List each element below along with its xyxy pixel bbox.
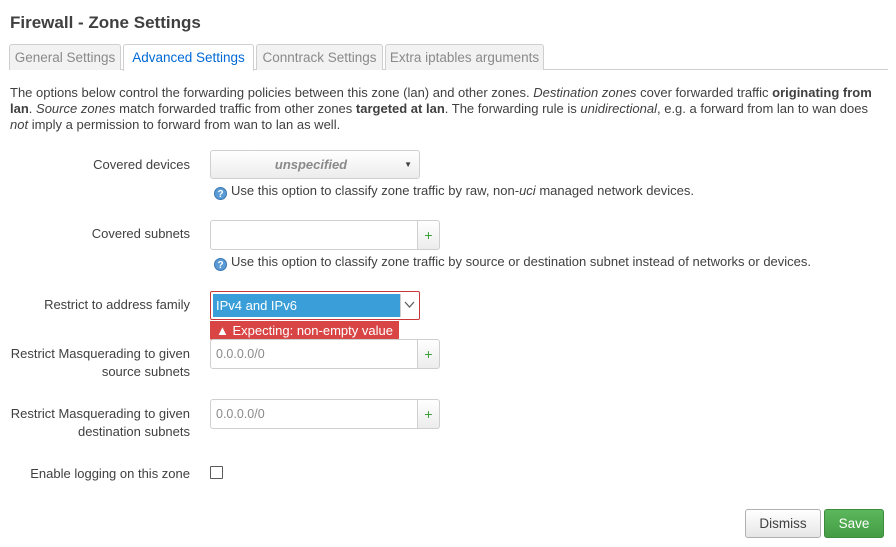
masq-src-input[interactable]: 0.0.0.0/0 — [210, 339, 418, 369]
hint-text: Use this option to classify zone traffic… — [231, 254, 812, 269]
dismiss-button[interactable]: Dismiss — [745, 509, 821, 538]
desc-em: unidirectional — [580, 101, 657, 116]
desc-text: The options below control the forwarding… — [10, 85, 534, 100]
label-line: destination subnets — [77, 424, 190, 439]
logging-label: Enable logging on this zone — [30, 466, 190, 481]
warning-icon: ▲ — [216, 323, 229, 338]
covered-devices-value: unspecified — [274, 157, 348, 172]
desc-text: . The forwarding rule is — [444, 101, 581, 116]
tab-bar: General Settings Advanced Settings Connt… — [9, 44, 888, 71]
covered-devices-hint: ? Use this option to classify zone traffi… — [214, 183, 694, 200]
tab-general-settings[interactable]: General Settings — [9, 44, 121, 70]
covered-subnets-label: Covered subnets — [91, 226, 190, 241]
validation-error: ▲ Expecting: non-empty value — [210, 321, 399, 341]
logging-checkbox[interactable] — [210, 466, 223, 479]
zone-description: The options below control the forwarding… — [10, 85, 888, 133]
help-icon: ? — [214, 187, 227, 200]
caret-down-icon: ▼ — [404, 160, 412, 169]
tab-conntrack-settings[interactable]: Conntrack Settings — [256, 44, 383, 70]
masq-dest-input[interactable]: 0.0.0.0/0 — [210, 399, 418, 429]
covered-devices-select[interactable]: unspecified ▼ — [210, 150, 420, 179]
desc-em: Source zones — [36, 101, 116, 116]
desc-em: Destination zones — [533, 85, 637, 100]
address-family-select[interactable]: IPv4 and IPv6 — [210, 291, 420, 320]
plus-icon[interactable]: + — [418, 339, 440, 369]
desc-text: cover forwarded traffic — [636, 85, 773, 100]
desc-text: match forwarded traffic from other zones — [115, 101, 356, 116]
tab-advanced-settings[interactable]: Advanced Settings — [123, 44, 254, 71]
chevron-down-icon — [400, 294, 417, 317]
plus-icon[interactable]: + — [418, 220, 440, 250]
hint-em: uci — [519, 183, 536, 198]
hint-text: managed network devices. — [535, 183, 694, 198]
label-line: source subnets — [101, 364, 190, 379]
desc-text: , e.g. a forward from lan to wan does — [656, 101, 868, 116]
tab-extra-iptables-arguments[interactable]: Extra iptables arguments — [385, 44, 544, 70]
desc-strong: targeted at lan — [355, 101, 445, 116]
error-text: Expecting: non-empty value — [232, 323, 393, 338]
desc-em: not — [10, 117, 29, 132]
desc-text: imply a permission to forward from wan t… — [28, 117, 341, 132]
covered-subnets-input[interactable] — [210, 220, 418, 250]
desc-text: . — [28, 101, 37, 116]
save-button[interactable]: Save — [824, 509, 884, 538]
covered-subnets-hint: ? Use this option to classify zone traffi… — [214, 254, 811, 271]
label-line: Restrict Masquerading to given — [10, 346, 190, 361]
plus-icon[interactable]: + — [418, 399, 440, 429]
page-title: Firewall - Zone Settings — [10, 13, 201, 32]
hint-text: Use this option to classify zone traffic… — [231, 183, 520, 198]
masq-dest-label: Restrict Masquerading to given destinati… — [11, 405, 190, 441]
help-icon: ? — [214, 258, 227, 271]
address-family-selected: IPv4 and IPv6 — [213, 294, 401, 317]
masq-src-label: Restrict Masquerading to given source su… — [11, 345, 190, 381]
label-line: Restrict Masquerading to given — [10, 406, 190, 421]
address-family-label: Restrict to address family — [44, 297, 190, 312]
covered-devices-label: Covered devices — [93, 157, 190, 172]
